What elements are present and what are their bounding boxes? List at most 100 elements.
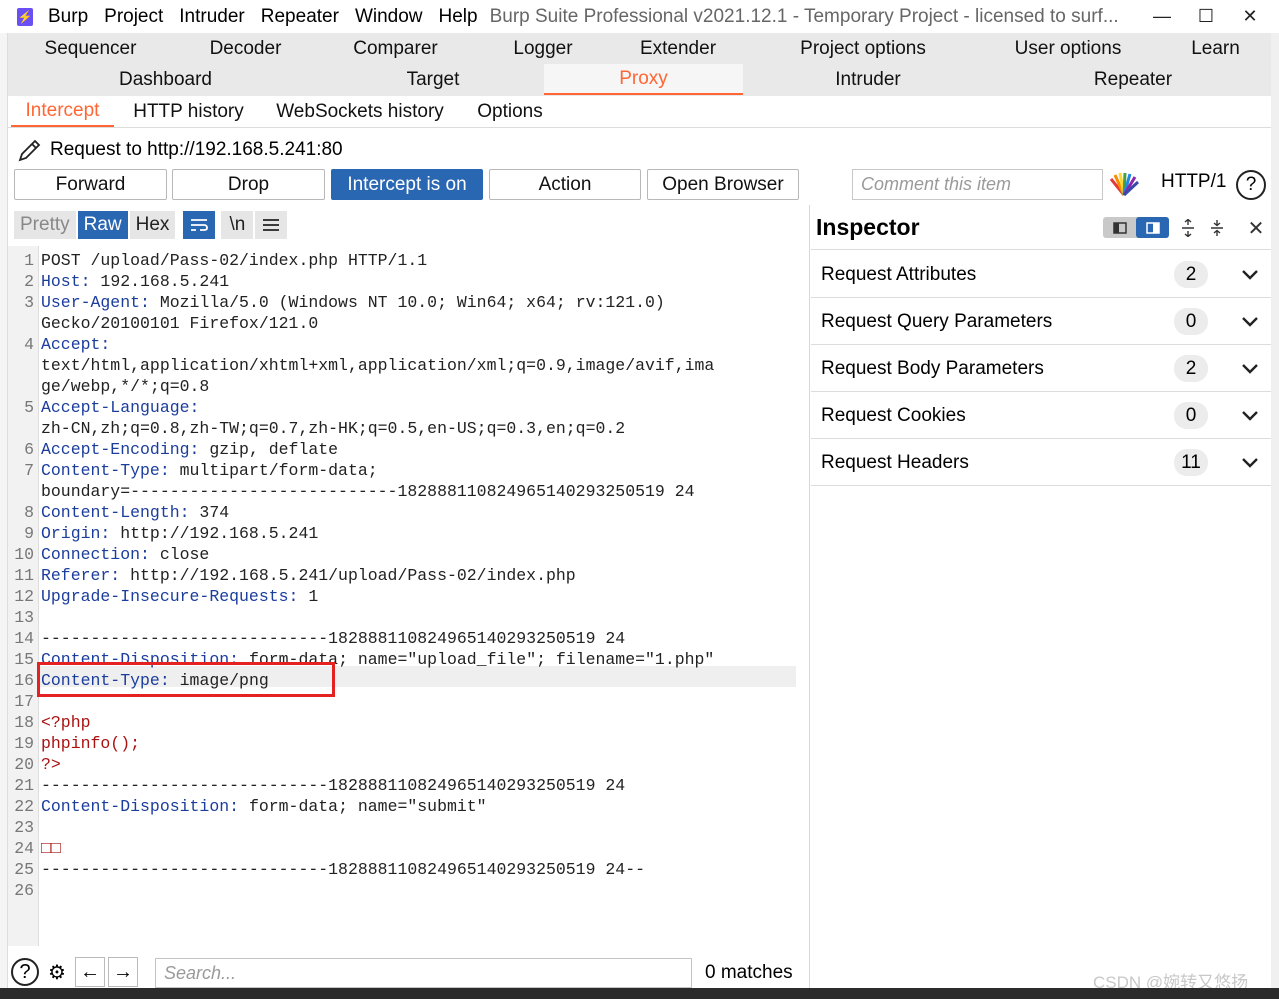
highlight-color-icon[interactable]: [1108, 171, 1140, 197]
raw-view-button[interactable]: Raw: [77, 211, 128, 239]
line-content: -----------------------------18288811082…: [41, 860, 645, 879]
chevron-down-icon[interactable]: [1239, 263, 1261, 285]
collapse-all-icon[interactable]: [1206, 217, 1228, 239]
forward-button[interactable]: Forward: [14, 169, 167, 200]
header-name: Accept:: [41, 335, 111, 354]
line-content: zh-CN,zh;q=0.8,zh-TW;q=0.7,zh-HK;q=0.5,e…: [41, 419, 626, 438]
next-match-icon[interactable]: →: [108, 957, 138, 987]
code-line: ge/webp,*/*;q=0.8: [41, 376, 209, 397]
os-taskbar: [0, 988, 1279, 999]
line-number: 23: [14, 818, 34, 837]
intercept-toggle-button[interactable]: Intercept is on: [331, 169, 483, 200]
line-number: 1: [24, 251, 34, 270]
inspector-section-request-cookies[interactable]: Request Cookies 0: [811, 392, 1271, 439]
comment-input[interactable]: Comment this item: [852, 169, 1103, 200]
tab-sequencer[interactable]: Sequencer: [28, 33, 153, 64]
menu-window[interactable]: Window: [355, 6, 423, 28]
chevron-down-icon[interactable]: [1239, 310, 1261, 332]
previous-match-icon[interactable]: ←: [75, 957, 105, 987]
tab-options[interactable]: Options: [466, 96, 554, 127]
proxy-subtabs: Intercept HTTP history WebSockets histor…: [8, 96, 1271, 128]
tab-intercept[interactable]: Intercept: [11, 96, 114, 127]
inspector-section-request-attributes[interactable]: Request Attributes 2: [811, 251, 1271, 298]
inspector-section-request-query-parameters[interactable]: Request Query Parameters 0: [811, 298, 1271, 345]
search-input[interactable]: Search...: [155, 958, 692, 988]
code-line: Content-Length: 374: [41, 502, 229, 523]
help-icon[interactable]: ?: [11, 958, 39, 986]
code-line: POST /upload/Pass-02/index.php HTTP/1.1: [41, 250, 427, 271]
layout-side-icon[interactable]: [1136, 217, 1169, 238]
tab-target[interactable]: Target: [378, 64, 488, 95]
tab-http-history[interactable]: HTTP history: [126, 96, 251, 127]
editor-toolbar: Pretty Raw Hex \n: [14, 211, 289, 239]
code-area[interactable]: 1 POST /upload/Pass-02/index.php HTTP/1.1…: [8, 246, 808, 946]
action-button[interactable]: Action: [489, 169, 641, 200]
minimize-button[interactable]: —: [1139, 0, 1185, 33]
wrap-lines-icon[interactable]: [183, 211, 216, 239]
line-content: □□: [41, 839, 61, 858]
line-number: 25: [14, 860, 34, 879]
code-line: Content-Disposition: form-data; name="su…: [41, 796, 487, 817]
line-number: 17: [14, 692, 34, 711]
chevron-down-icon[interactable]: [1239, 451, 1261, 473]
chevron-down-icon[interactable]: [1239, 404, 1261, 426]
show-newlines-button[interactable]: \n: [221, 211, 254, 239]
inspector-header: Inspector ✕: [811, 205, 1271, 250]
header-name: Host:: [41, 272, 91, 291]
line-number: 7: [24, 461, 34, 480]
line-content: 374: [189, 503, 230, 522]
code-line: boundary=---------------------------1828…: [41, 481, 695, 502]
hex-view-button[interactable]: Hex: [129, 211, 176, 239]
code-line: Accept-Language:: [41, 397, 199, 418]
line-content: ?>: [41, 755, 61, 774]
tab-project-options[interactable]: Project options: [778, 33, 948, 64]
settings-gear-icon[interactable]: ⚙: [42, 957, 72, 987]
code-line: Host: 192.168.5.241: [41, 271, 229, 292]
tab-dashboard[interactable]: Dashboard: [98, 64, 233, 95]
expand-all-icon[interactable]: [1177, 217, 1199, 239]
tab-extender[interactable]: Extender: [623, 33, 733, 64]
menu-intruder[interactable]: Intruder: [179, 6, 244, 28]
menu-burp[interactable]: Burp: [48, 6, 88, 28]
drop-button[interactable]: Drop: [172, 169, 325, 200]
line-number: 21: [14, 776, 34, 795]
inspector-section-request-body-parameters[interactable]: Request Body Parameters 2: [811, 345, 1271, 392]
tab-websockets-history[interactable]: WebSockets history: [270, 96, 450, 127]
menu-icon[interactable]: [255, 211, 288, 239]
tab-logger[interactable]: Logger: [488, 33, 598, 64]
close-inspector-icon[interactable]: ✕: [1245, 217, 1267, 240]
code-line: phpinfo();: [41, 733, 140, 754]
line-number: 2: [24, 272, 34, 291]
code-line: Origin: http://192.168.5.241: [41, 523, 318, 544]
code-line: text/html,application/xhtml+xml,applicat…: [41, 355, 714, 376]
code-line: <?php: [41, 712, 91, 733]
header-name: Accept-Language:: [41, 398, 200, 417]
help-icon[interactable]: ?: [1236, 170, 1266, 200]
line-number: 16: [14, 671, 34, 690]
line-content: Mozilla/5.0 (Windows NT 10.0; Win64; x64…: [149, 293, 665, 312]
tab-decoder[interactable]: Decoder: [188, 33, 303, 64]
pretty-view-button[interactable]: Pretty: [14, 211, 76, 239]
header-name: Referer:: [41, 566, 121, 585]
tab-learn[interactable]: Learn: [1173, 33, 1258, 64]
line-number: 8: [24, 503, 34, 522]
chevron-down-icon[interactable]: [1239, 357, 1261, 379]
line-content: phpinfo();: [41, 734, 141, 753]
inspector-section-request-headers[interactable]: Request Headers 11: [811, 439, 1271, 486]
close-window-button[interactable]: ✕: [1227, 0, 1273, 33]
tab-intruder[interactable]: Intruder: [808, 64, 928, 95]
tab-user-options[interactable]: User options: [998, 33, 1138, 64]
header-name: Content-Type:: [41, 461, 170, 480]
menu-help[interactable]: Help: [439, 6, 478, 28]
tab-comparer[interactable]: Comparer: [338, 33, 453, 64]
code-line: ?>: [41, 754, 61, 775]
maximize-button[interactable]: ☐: [1183, 0, 1229, 33]
layout-split-icon[interactable]: [1103, 217, 1136, 238]
menu-repeater[interactable]: Repeater: [261, 6, 339, 28]
menu-project[interactable]: Project: [104, 6, 163, 28]
open-browser-button[interactable]: Open Browser: [647, 169, 799, 200]
layout-toggle[interactable]: [1103, 217, 1169, 238]
http-version-label[interactable]: HTTP/1: [1161, 171, 1226, 193]
tab-repeater[interactable]: Repeater: [1068, 64, 1198, 95]
tab-proxy[interactable]: Proxy: [544, 64, 743, 95]
